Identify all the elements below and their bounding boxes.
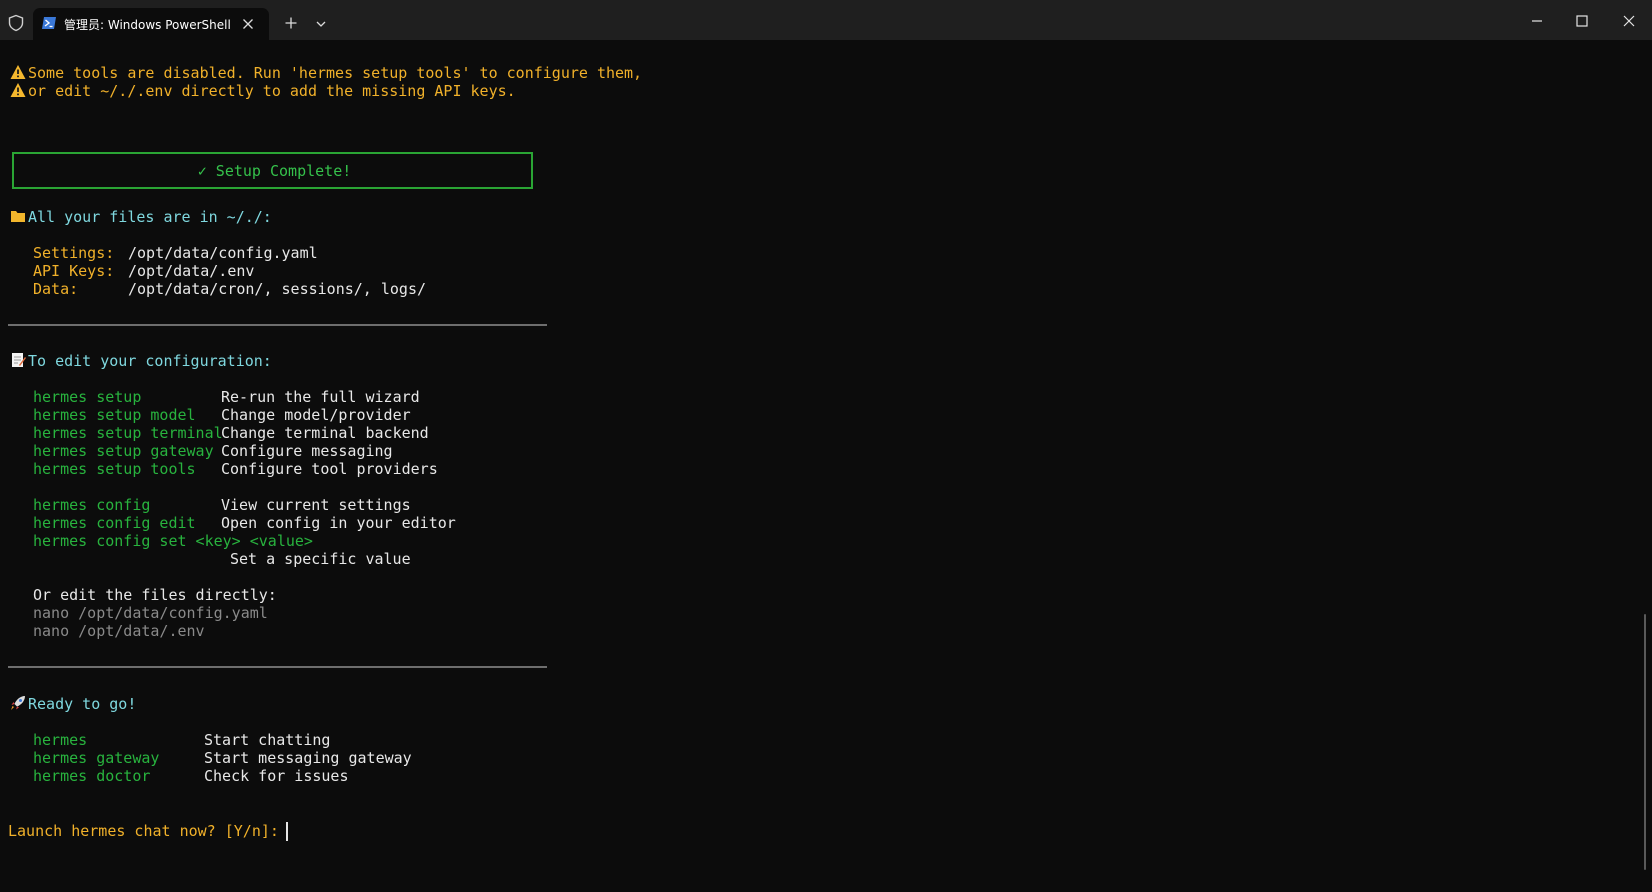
plus-icon[interactable] bbox=[284, 16, 298, 30]
files-label-data: Data: bbox=[33, 280, 79, 298]
rocket-icon bbox=[11, 696, 25, 710]
files-value-settings: /opt/data/config.yaml bbox=[128, 244, 318, 262]
chevron-down-icon[interactable] bbox=[315, 19, 327, 29]
divider bbox=[8, 666, 547, 668]
command-hermes-setup-model: hermes setup model bbox=[33, 406, 196, 424]
command-desc: Change model/provider bbox=[221, 406, 411, 424]
terminal-output[interactable]: Some tools are disabled. Run 'hermes set… bbox=[0, 40, 1652, 892]
tab-title: 管理员: Windows PowerShell bbox=[64, 18, 231, 32]
command-hermes-setup-gateway: hermes setup gateway bbox=[33, 442, 214, 460]
command-hermes-config-set: hermes config set <key> <value> bbox=[33, 532, 313, 550]
warning-icon bbox=[10, 83, 26, 97]
title-bar: 管理员: Windows PowerShell bbox=[0, 0, 1652, 40]
maximize-icon[interactable] bbox=[1575, 14, 1589, 28]
command-hermes-gateway: hermes gateway bbox=[33, 749, 160, 767]
command-desc: Start messaging gateway bbox=[204, 749, 412, 767]
files-value-api-keys: /opt/data/.env bbox=[128, 262, 255, 280]
command-hermes-setup-tools: hermes setup tools bbox=[33, 460, 196, 478]
folder-icon bbox=[11, 211, 25, 222]
ready-heading: Ready to go! bbox=[10, 695, 136, 714]
command-hermes-setup-terminal: hermes setup terminal bbox=[33, 424, 223, 442]
direct-file-env: nano /opt/data/.env bbox=[33, 622, 205, 640]
command-desc: Open config in your editor bbox=[221, 514, 456, 532]
command-desc: Check for issues bbox=[204, 767, 349, 785]
command-hermes: hermes bbox=[33, 731, 88, 749]
files-value-data: /opt/data/cron/, sessions/, logs/ bbox=[128, 280, 427, 298]
command-hermes-doctor: hermes doctor bbox=[33, 767, 151, 785]
close-icon[interactable] bbox=[241, 17, 255, 31]
config-heading: To edit your configuration: bbox=[10, 352, 272, 371]
command-hermes-config: hermes config bbox=[33, 496, 151, 514]
files-label-settings: Settings: bbox=[33, 244, 115, 262]
shield-icon[interactable] bbox=[7, 14, 25, 32]
launch-prompt[interactable]: Launch hermes chat now? [Y/n]: bbox=[8, 822, 288, 841]
memo-icon bbox=[12, 353, 26, 367]
direct-edit-label: Or edit the files directly: bbox=[33, 586, 277, 604]
command-hermes-config-edit: hermes config edit bbox=[33, 514, 196, 532]
command-desc: Start chatting bbox=[204, 731, 331, 749]
command-desc: Configure messaging bbox=[221, 442, 393, 460]
warning-line-2: or edit ~/./.env directly to add the mis… bbox=[10, 82, 516, 101]
warning-icon bbox=[10, 65, 26, 79]
scrollbar[interactable] bbox=[1644, 614, 1646, 870]
close-window-icon[interactable] bbox=[1622, 14, 1636, 28]
command-desc: Change terminal backend bbox=[221, 424, 429, 442]
setup-complete-text: ✓ Setup Complete! bbox=[197, 162, 352, 180]
text-cursor bbox=[286, 822, 288, 841]
powershell-icon bbox=[42, 17, 56, 29]
warning-line-1: Some tools are disabled. Run 'hermes set… bbox=[10, 64, 642, 83]
files-label-api-keys: API Keys: bbox=[33, 262, 115, 280]
minimize-icon[interactable] bbox=[1530, 14, 1544, 28]
files-heading: All your files are in ~/./: bbox=[10, 208, 272, 227]
command-desc: Set a specific value bbox=[230, 550, 411, 568]
command-desc: Re-run the full wizard bbox=[221, 388, 420, 406]
direct-file-config: nano /opt/data/config.yaml bbox=[33, 604, 268, 622]
setup-complete-banner: ✓ Setup Complete! bbox=[12, 152, 533, 189]
divider bbox=[8, 324, 547, 326]
command-desc: Configure tool providers bbox=[221, 460, 438, 478]
tab-powershell[interactable]: 管理员: Windows PowerShell bbox=[33, 8, 269, 40]
command-desc: View current settings bbox=[221, 496, 411, 514]
command-hermes-setup: hermes setup bbox=[33, 388, 142, 406]
